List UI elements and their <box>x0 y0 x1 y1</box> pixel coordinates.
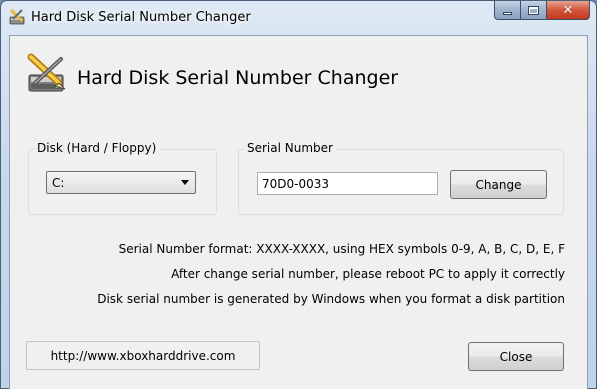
disk-group: Disk (Hard / Floppy) C: <box>28 141 217 215</box>
close-button[interactable]: Close <box>468 342 564 371</box>
disk-group-label: Disk (Hard / Floppy) <box>34 141 160 155</box>
maximize-icon <box>528 5 539 15</box>
format-info-text: Serial Number format: XXXX-XXXX, using H… <box>118 242 565 256</box>
serial-number-input[interactable]: 70D0-0033 <box>257 172 438 195</box>
close-icon: ✕ <box>562 2 574 18</box>
windows-info-text: Disk serial number is generated by Windo… <box>97 292 565 306</box>
caption-buttons: ✕ <box>494 1 590 21</box>
reboot-info-text: After change serial number, please reboo… <box>171 267 565 281</box>
serial-group: Serial Number 70D0-0033 Change <box>238 141 564 215</box>
app-window: Hard Disk Serial Number Changer ✕ Hard D… <box>0 0 597 389</box>
title-bar[interactable]: Hard Disk Serial Number Changer ✕ <box>1 1 596 35</box>
client-area: Hard Disk Serial Number Changer Disk (Ha… <box>9 35 588 389</box>
serial-number-value: 70D0-0033 <box>262 176 330 191</box>
close-window-button[interactable]: ✕ <box>547 1 590 20</box>
disk-pencil-icon <box>27 53 66 92</box>
maximize-button[interactable] <box>521 1 547 20</box>
minimize-icon <box>503 11 512 15</box>
serial-group-label: Serial Number <box>244 141 336 155</box>
app-title: Hard Disk Serial Number Changer <box>77 67 399 89</box>
chevron-down-icon <box>181 180 189 185</box>
change-button[interactable]: Change <box>450 170 547 199</box>
app-small-icon <box>9 8 25 25</box>
disk-select[interactable]: C: <box>46 171 196 194</box>
window-title: Hard Disk Serial Number Changer <box>31 10 251 25</box>
disk-select-value: C: <box>52 175 65 190</box>
minimize-button[interactable] <box>494 1 521 20</box>
website-link[interactable]: http://www.xboxharddrive.com <box>26 341 260 370</box>
